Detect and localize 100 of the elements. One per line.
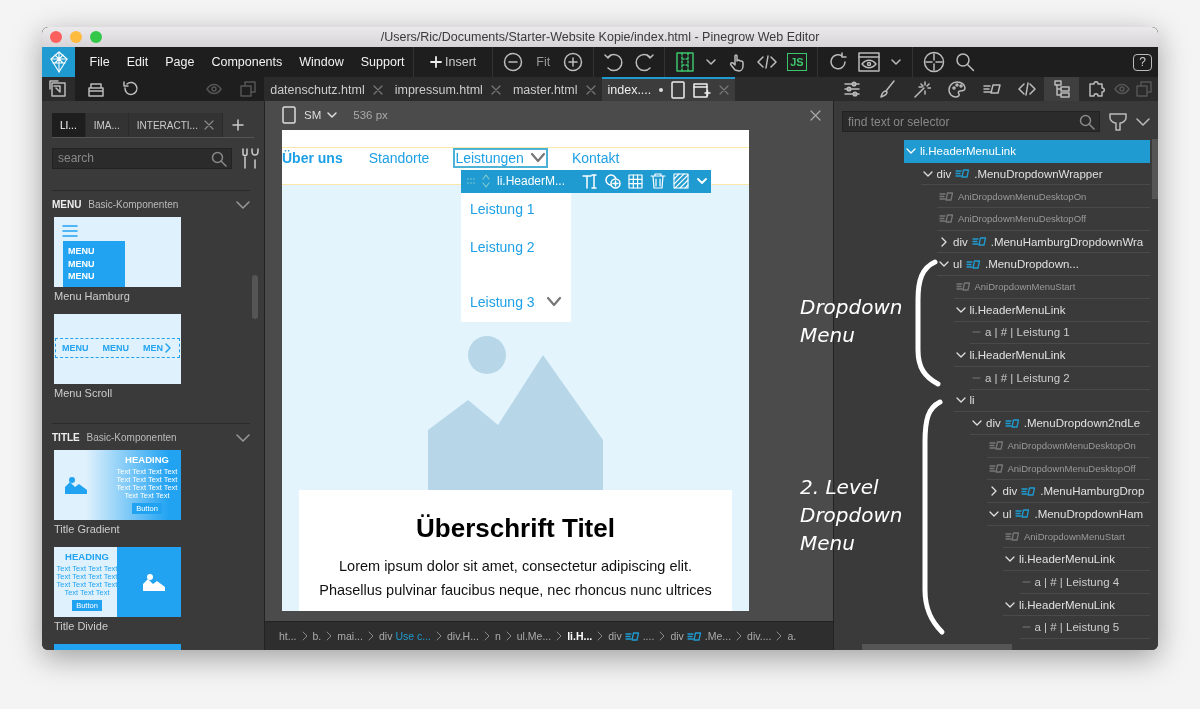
- file-tab[interactable]: master.html: [506, 77, 602, 101]
- code-icon[interactable]: [757, 54, 778, 70]
- file-tab[interactable]: index....: [601, 77, 736, 101]
- breadcrumb[interactable]: div....: [747, 630, 772, 643]
- tree-item[interactable]: AniDropdownMenuStart: [953, 276, 1150, 299]
- chevron-down-icon[interactable]: [1136, 116, 1150, 127]
- zoom-out-icon[interactable]: [503, 52, 524, 72]
- add-page-icon[interactable]: [693, 81, 712, 99]
- tree-item[interactable]: li.HeaderMenuLink: [953, 344, 1150, 367]
- close-tab-icon[interactable]: [203, 120, 214, 130]
- tree-item[interactable]: div .MenuHamburgDrop: [986, 480, 1150, 503]
- library-tab[interactable]: LI...: [52, 113, 86, 137]
- tree-item[interactable]: li.HeaderMenuLink: [1003, 548, 1150, 572]
- file-tab[interactable]: datenschutz.html: [264, 77, 389, 101]
- tray-icon[interactable]: [86, 81, 105, 97]
- hatch-icon[interactable]: [673, 173, 690, 190]
- grid-icon[interactable]: [628, 173, 644, 189]
- tablet-icon[interactable]: [671, 81, 686, 99]
- file-tab[interactable]: impressum.html: [388, 77, 507, 101]
- search-icon[interactable]: [954, 52, 975, 72]
- menu-item[interactable]: Components: [202, 47, 291, 77]
- breadcrumb[interactable]: ul.Me...: [516, 630, 552, 643]
- expand-chevron-icon[interactable]: [939, 236, 949, 247]
- zoom-in-icon[interactable]: [563, 52, 584, 72]
- add-element-icon[interactable]: [605, 173, 622, 190]
- close-tab-icon[interactable]: [719, 85, 730, 95]
- redo-icon[interactable]: [634, 52, 655, 72]
- compass-icon[interactable]: [922, 51, 945, 73]
- drag-handle-icon[interactable]: [467, 178, 475, 185]
- trash-icon[interactable]: [650, 173, 667, 190]
- breadcrumb-separator-icon: [659, 631, 666, 642]
- tree-item[interactable]: a | # | Leistung 4: [1019, 571, 1150, 594]
- breadcrumb[interactable]: div ....: [608, 630, 655, 643]
- menu-item[interactable]: File: [81, 47, 119, 77]
- breadcrumb[interactable]: mai...: [337, 630, 363, 643]
- tree-item[interactable]: ul .MenuDropdown...: [937, 253, 1150, 277]
- close-tab-icon[interactable]: [372, 85, 383, 95]
- chevron-down-icon[interactable]: [236, 432, 250, 443]
- tree-item[interactable]: a | # | Leistung 5: [1019, 616, 1150, 640]
- scrollbar[interactable]: [862, 644, 1012, 650]
- close-tab-icon[interactable]: [585, 85, 596, 95]
- tree-item[interactable]: AniDropdownMenuDesktopOff: [937, 208, 1150, 231]
- help-button[interactable]: ?: [1133, 53, 1152, 71]
- tree-item[interactable]: a | # | Leistung 1: [970, 321, 1150, 345]
- tree-item[interactable]: li: [953, 389, 1150, 413]
- tree-item[interactable]: li.HeaderMenuLink: [953, 298, 1150, 322]
- insert-button[interactable]: Insert: [428, 55, 479, 69]
- tree-item[interactable]: AniDropdownMenuStart: [1003, 525, 1150, 549]
- refresh-icon[interactable]: [122, 81, 139, 97]
- scrollbar[interactable]: [252, 275, 258, 319]
- library-tab[interactable]: INTERACTI...: [128, 113, 223, 137]
- breakpoint-selector[interactable]: SM: [304, 109, 339, 122]
- preview-eye-icon[interactable]: [857, 52, 880, 72]
- breadcrumb[interactable]: div.H...: [447, 630, 479, 643]
- section-header[interactable]: TITLE Basic-Komponenten: [52, 432, 236, 443]
- export-icon[interactable]: [49, 80, 68, 98]
- tree-item[interactable]: AniDropdownMenuDesktopOn: [937, 185, 1150, 209]
- tablet-icon[interactable]: [282, 106, 296, 125]
- add-tab-icon[interactable]: [232, 119, 245, 131]
- layout-icon[interactable]: [675, 52, 696, 72]
- scrollbar[interactable]: [1152, 139, 1158, 199]
- close-icon[interactable]: [810, 109, 821, 121]
- chevron-down-icon[interactable]: [889, 56, 902, 68]
- filter-cup-icon[interactable]: [1108, 111, 1128, 132]
- menu-item[interactable]: Support: [352, 47, 414, 77]
- breadcrumb[interactable]: ht...: [279, 630, 297, 643]
- tree-item[interactable]: AniDropdownMenuDesktopOn: [986, 434, 1150, 458]
- breadcrumb[interactable]: b.: [312, 630, 322, 643]
- menu-item[interactable]: Edit: [118, 47, 157, 77]
- tree-item[interactable]: div .MenuHamburgDropdownWra: [937, 230, 1150, 254]
- js-button[interactable]: JS: [787, 53, 807, 71]
- chevron-down-icon[interactable]: [236, 199, 250, 210]
- search-field[interactable]: find text or selector: [842, 111, 1100, 132]
- tools-icon[interactable]: [240, 147, 260, 169]
- breadcrumb[interactable]: a.: [787, 630, 797, 643]
- menu-item[interactable]: Page: [156, 47, 203, 77]
- tree-item[interactable]: div .MenuDropdownWrapper: [920, 162, 1150, 186]
- plus-icon: [430, 56, 442, 68]
- refresh-icon[interactable]: [827, 52, 848, 72]
- zoom-fit-button[interactable]: Fit: [533, 55, 554, 69]
- breadcrumb[interactable]: li.H...: [567, 630, 593, 643]
- tree-item[interactable]: ul .MenuDropdownHam: [986, 503, 1150, 526]
- undo-icon[interactable]: [604, 52, 625, 72]
- breadcrumb[interactable]: n: [494, 630, 501, 643]
- section-header[interactable]: MENU Basic-Komponenten: [52, 199, 236, 210]
- close-tab-icon[interactable]: [490, 85, 501, 95]
- text-cursor-icon[interactable]: [582, 173, 599, 190]
- search-field[interactable]: search: [52, 147, 232, 169]
- breadcrumb[interactable]: div .Me...: [670, 630, 732, 643]
- tree-item[interactable]: AniDropdownMenuDesktopOff: [986, 457, 1150, 481]
- menu-item[interactable]: Window: [290, 47, 353, 77]
- app-logo-icon[interactable]: [42, 47, 75, 77]
- tree-item[interactable]: li.HeaderMenuLink: [1003, 593, 1150, 617]
- breadcrumb[interactable]: div Use c...: [378, 630, 431, 643]
- panel-tab[interactable]: [1044, 77, 1079, 101]
- library-tab[interactable]: IMA...: [85, 113, 129, 137]
- chevron-down-icon[interactable]: [705, 56, 718, 68]
- tree-item[interactable]: div .MenuDropdown2ndLe: [970, 412, 1150, 435]
- tree-item[interactable]: a | # | Leistung 2: [970, 366, 1150, 390]
- breadcrumb-separator-icon: [776, 631, 783, 642]
